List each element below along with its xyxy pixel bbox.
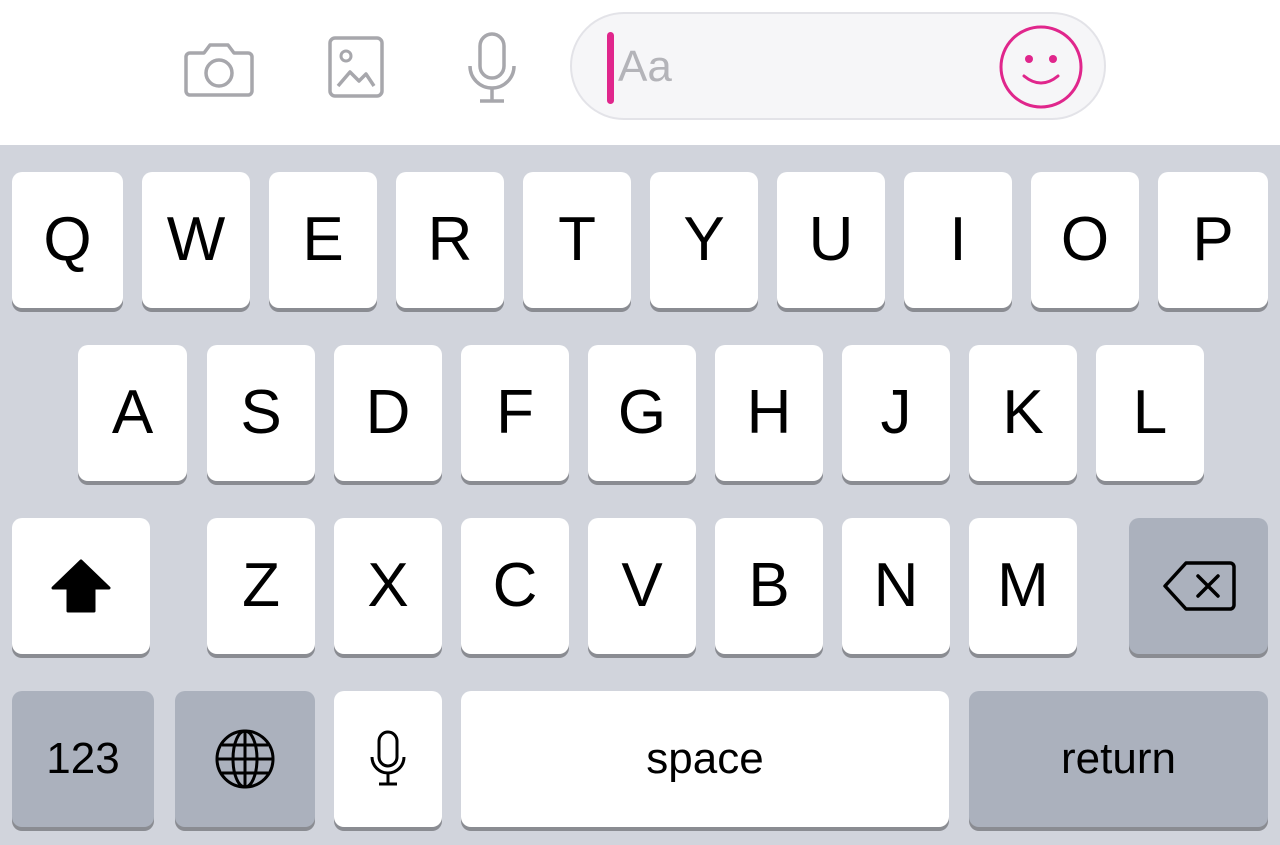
return-key-label: return [1061,734,1176,783]
message-composer: Aa [0,0,1280,145]
message-input-placeholder: Aa [618,42,672,91]
camera-button[interactable] [180,30,258,108]
key-label: Y [683,205,725,274]
space-key-label: space [646,734,764,783]
key-label: K [1002,378,1044,447]
key-r[interactable]: R [396,172,504,308]
photo-gallery-icon [328,36,384,98]
key-j[interactable]: J [842,345,950,481]
voice-message-button[interactable] [460,28,524,108]
key-label: X [367,551,409,620]
key-m[interactable]: M [969,518,1077,654]
key-q[interactable]: Q [12,172,123,308]
key-label: Z [242,551,280,620]
key-n[interactable]: N [842,518,950,654]
key-label: L [1132,378,1168,447]
key-l[interactable]: L [1096,345,1204,481]
text-caret [607,32,614,104]
key-d[interactable]: D [334,345,442,481]
keyboard: Q W E R T Y U I O P A S D F G H J K L Z … [0,145,1280,845]
key-label: F [496,378,534,447]
key-s[interactable]: S [207,345,315,481]
key-k[interactable]: K [969,345,1077,481]
key-c[interactable]: C [461,518,569,654]
key-label: V [621,551,663,620]
globe-key[interactable] [175,691,315,827]
microphone-icon [468,32,516,103]
key-label: G [617,378,667,447]
key-w[interactable]: W [142,172,250,308]
key-g[interactable]: G [588,345,696,481]
key-f[interactable]: F [461,345,569,481]
key-x[interactable]: X [334,518,442,654]
key-v[interactable]: V [588,518,696,654]
key-label: R [427,205,473,274]
photo-gallery-button[interactable] [322,30,390,104]
key-u[interactable]: U [777,172,885,308]
key-label: B [748,551,790,620]
globe-icon [215,729,275,789]
key-label: P [1192,205,1234,274]
key-label: T [558,205,596,274]
key-z[interactable]: Z [207,518,315,654]
message-input[interactable]: Aa [570,12,1106,120]
key-p[interactable]: P [1158,172,1268,308]
key-label: W [166,205,226,274]
key-label: O [1060,205,1110,274]
dictation-mic-icon [370,730,406,786]
key-label: M [997,551,1049,620]
space-key[interactable]: space [461,691,949,827]
emoji-button[interactable] [998,24,1084,110]
key-label: U [808,205,854,274]
key-label: A [111,378,154,447]
key-label: J [880,378,912,447]
key-label: N [873,551,919,620]
key-label: D [365,378,411,447]
dictation-key[interactable] [334,691,442,827]
camera-icon [184,43,254,97]
shift-key[interactable] [12,518,150,654]
key-t[interactable]: T [523,172,631,308]
key-label: Q [43,205,92,274]
numbers-key[interactable]: 123 [12,691,154,827]
numbers-key-label: 123 [46,734,120,783]
key-o[interactable]: O [1031,172,1139,308]
key-label: H [746,378,792,447]
key-e[interactable]: E [269,172,377,308]
key-b[interactable]: B [715,518,823,654]
key-y[interactable]: Y [650,172,758,308]
key-a[interactable]: A [78,345,187,481]
key-label: C [492,551,538,620]
key-i[interactable]: I [904,172,1012,308]
key-label: I [949,205,967,274]
key-label: S [240,378,282,447]
key-h[interactable]: H [715,345,823,481]
shift-icon [51,559,111,613]
key-label: E [302,205,344,274]
delete-key[interactable] [1129,518,1268,654]
return-key[interactable]: return [969,691,1268,827]
delete-icon [1162,561,1236,611]
emoji-icon [999,25,1083,109]
